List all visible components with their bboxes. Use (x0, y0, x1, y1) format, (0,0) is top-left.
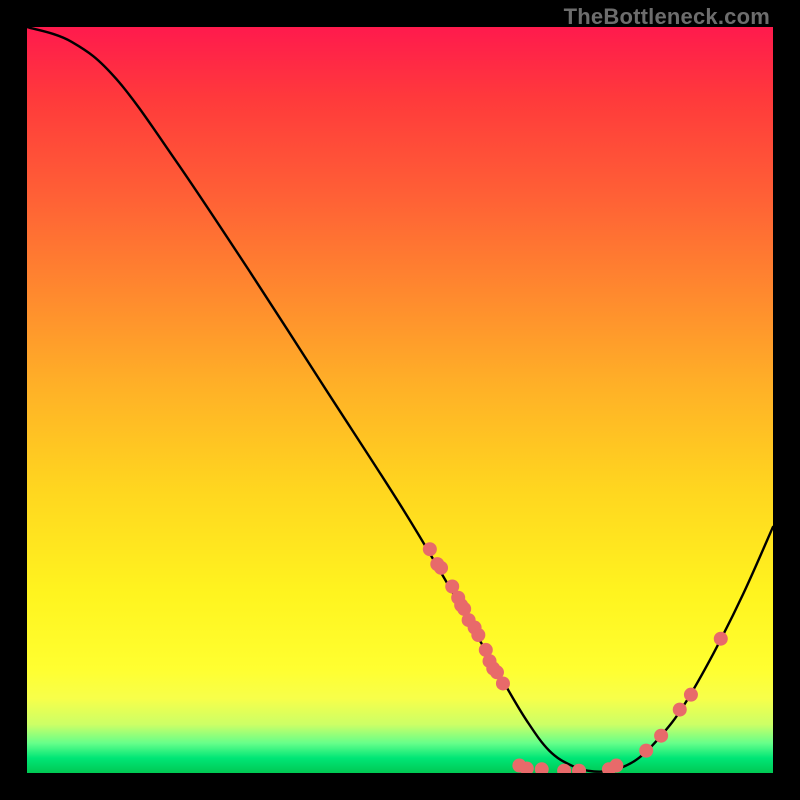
data-point (609, 759, 623, 773)
data-point (423, 542, 437, 556)
data-point (684, 688, 698, 702)
data-point (639, 744, 653, 758)
chart-plot-area (27, 27, 773, 773)
data-point (714, 632, 728, 646)
bottleneck-curve (27, 27, 773, 772)
chart-svg (27, 27, 773, 773)
data-point (572, 764, 586, 773)
data-point (535, 762, 549, 773)
data-point (471, 628, 485, 642)
attribution-text: TheBottleneck.com (564, 4, 770, 30)
data-point (673, 703, 687, 717)
data-point (496, 676, 510, 690)
data-point (434, 561, 448, 575)
data-point (654, 729, 668, 743)
